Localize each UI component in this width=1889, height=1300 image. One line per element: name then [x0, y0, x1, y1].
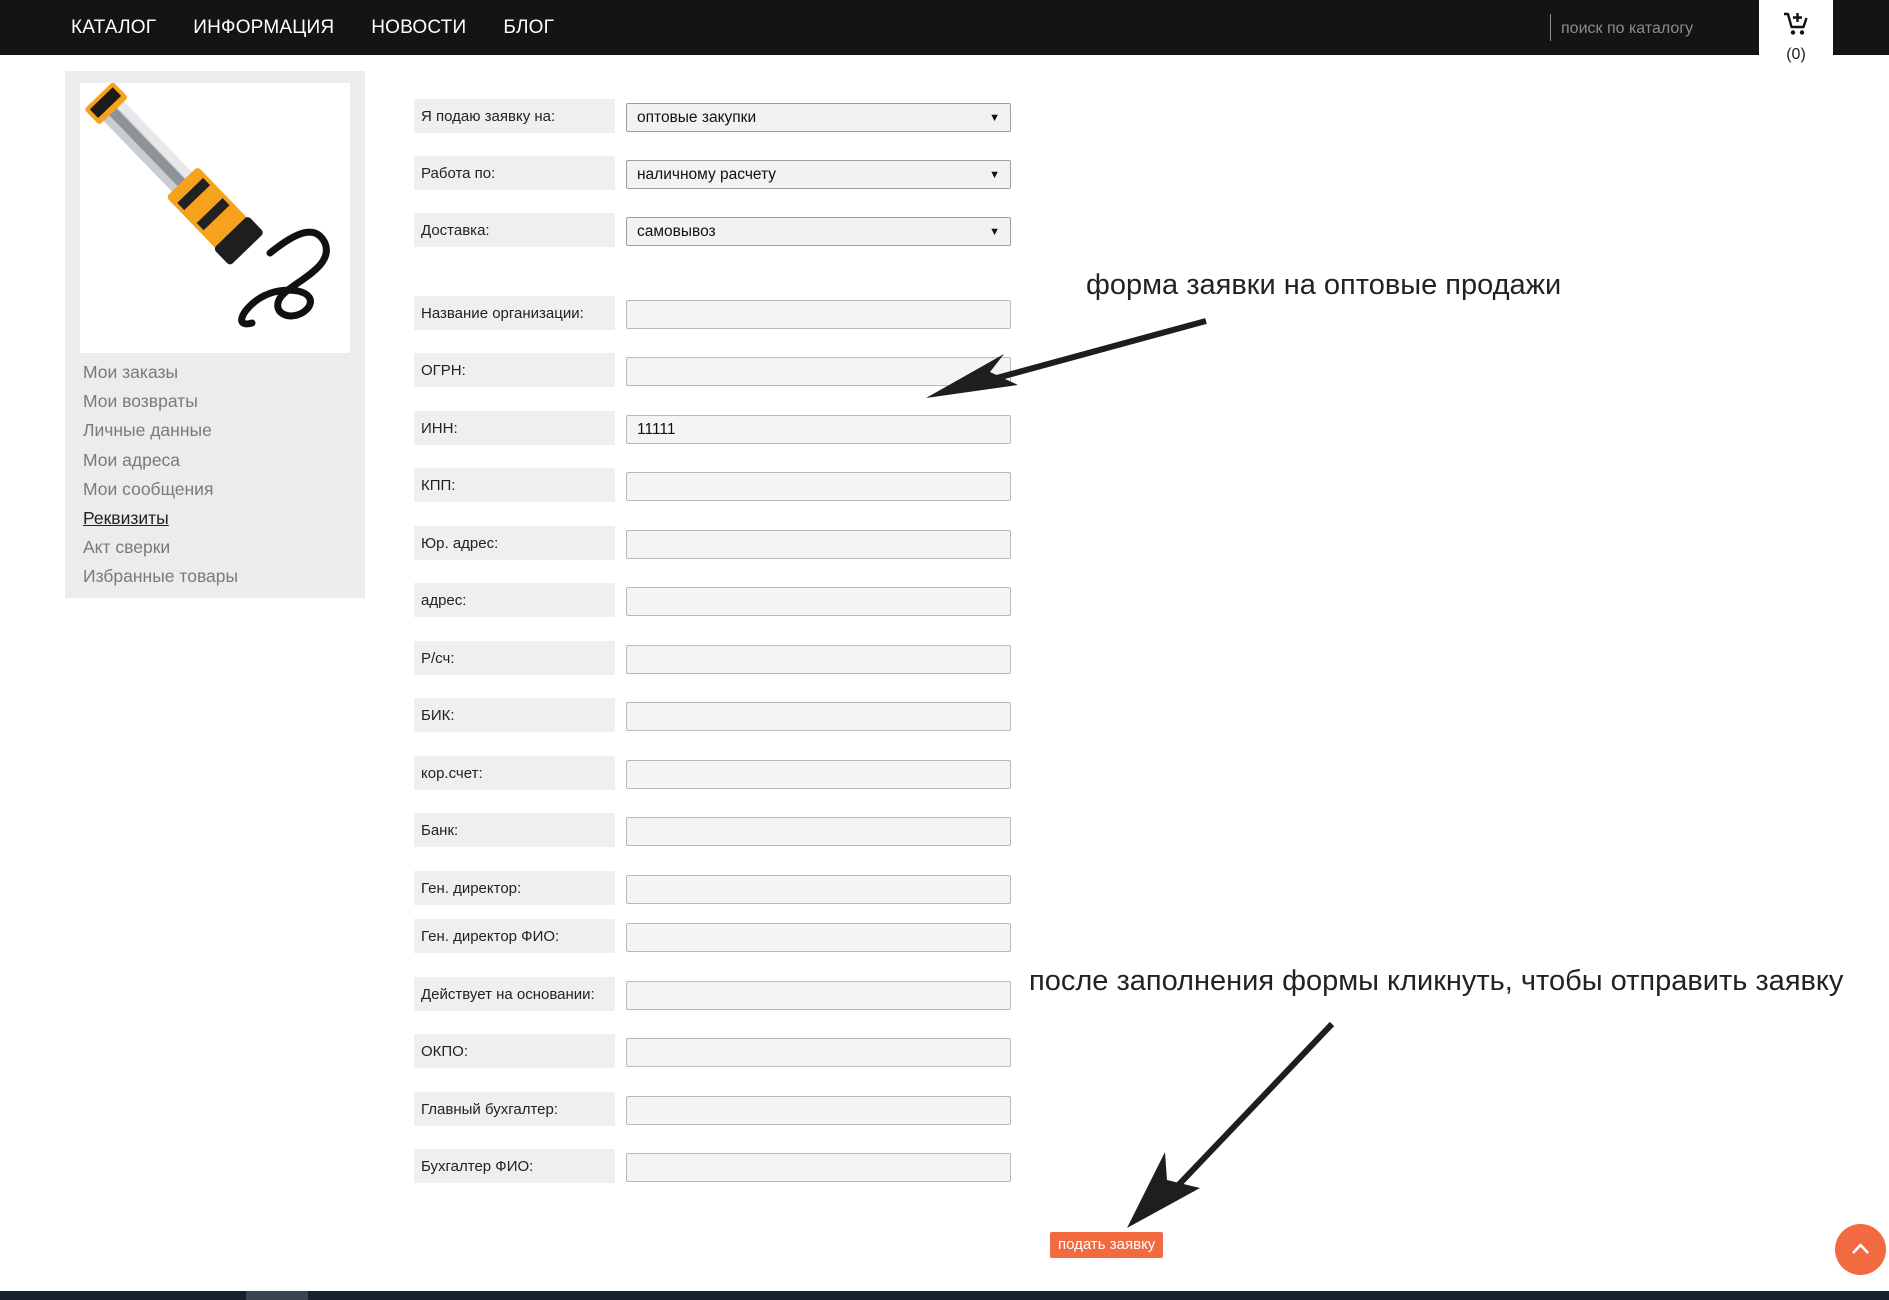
scroll-to-top-button[interactable]	[1835, 1224, 1886, 1275]
chevron-up-icon	[1852, 1243, 1869, 1254]
submit-application-button[interactable]: подать заявку	[1050, 1232, 1164, 1258]
footer-tab	[246, 1291, 308, 1300]
annotation-arrows	[926, 318, 1335, 1228]
